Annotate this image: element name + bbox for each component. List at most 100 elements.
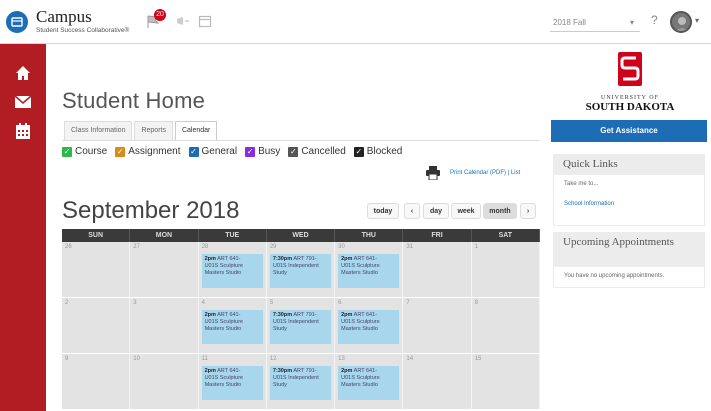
event-code: ART 641- xyxy=(217,312,241,318)
calendar-week: 2 3 4 2pm ART 641- U01S Sculpture Masters … xyxy=(62,298,540,354)
day-number: 2 xyxy=(65,300,69,306)
avatar[interactable] xyxy=(670,11,692,33)
school-information-link[interactable]: School Information xyxy=(564,201,694,207)
weekday-label: MON xyxy=(130,229,199,242)
calendar-day[interactable]: 26 xyxy=(62,242,131,297)
calendar-day[interactable]: 15 xyxy=(471,354,540,409)
event-code: ART 641- xyxy=(217,368,241,374)
calendar-day[interactable]: 2 xyxy=(62,298,131,353)
calendar-event[interactable]: 7:30pm ART 791- U01S Independent Study xyxy=(269,310,332,344)
calendar-day[interactable]: 7 xyxy=(403,298,472,353)
legend-label: General xyxy=(201,146,238,157)
campus-logo-icon[interactable] xyxy=(6,11,28,33)
avatar-caret-icon[interactable]: ▾ xyxy=(695,16,699,25)
calendar-day[interactable]: 3 xyxy=(130,298,199,353)
get-assistance-button[interactable]: Get Assistance xyxy=(551,120,707,142)
calendar-day[interactable]: 30 2pm ART 641- U01S Sculpture Masters Stu… xyxy=(335,242,404,297)
appointments-panel: You have no upcoming appointments. xyxy=(553,266,705,288)
help-icon[interactable]: ? xyxy=(651,13,658,27)
calendar-event[interactable]: 2pm ART 641- U01S Sculpture Masters Studio xyxy=(338,254,400,288)
calendar-day[interactable]: 13 2pm ART 641- U01S Sculpture Masters Stu… xyxy=(335,354,404,409)
checkbox-icon[interactable]: ✓ xyxy=(288,146,299,157)
calendar-day[interactable]: 31 xyxy=(403,242,472,297)
calendar-event[interactable]: 2pm ART 641- U01S Sculpture Masters Studio xyxy=(201,310,263,344)
next-button[interactable]: › xyxy=(520,203,536,219)
calendar-event[interactable]: 2pm ART 641- U01S Sculpture Masters Studio xyxy=(338,366,400,400)
event-time: 2pm xyxy=(204,368,216,374)
calendar-event[interactable]: 7:30pm ART 791- U01S Independent Study xyxy=(269,254,332,288)
event-code: ART 791- xyxy=(293,256,317,262)
checkbox-icon[interactable]: ✓ xyxy=(115,146,126,157)
event-title: U01S Sculpture xyxy=(204,263,244,269)
event-title: U01S Sculpture xyxy=(204,319,244,325)
legend-label: Course xyxy=(75,146,108,157)
calendar-event[interactable]: 2pm ART 641- U01S Sculpture Masters Studio xyxy=(338,310,400,344)
checkbox-icon[interactable]: ✓ xyxy=(245,146,256,157)
calendar-day[interactable]: 10 xyxy=(130,354,199,409)
legend-course[interactable]: ✓ Course xyxy=(62,146,107,157)
event-code: ART 791- xyxy=(293,312,317,318)
mail-icon[interactable] xyxy=(0,89,46,115)
legend-general[interactable]: ✓ General xyxy=(188,146,238,157)
event-title: U01S Sculpture xyxy=(204,375,244,381)
checkbox-icon[interactable]: ✓ xyxy=(353,146,364,157)
event-subtitle: Study xyxy=(272,326,287,332)
printer-icon[interactable] xyxy=(425,166,441,185)
day-number: 31 xyxy=(406,244,414,250)
legend-assignment[interactable]: ✓ Assignment xyxy=(115,146,181,157)
event-subtitle: Masters Studio xyxy=(204,326,242,332)
megaphone-icon[interactable] xyxy=(175,14,191,33)
notification-badge[interactable]: 20 xyxy=(154,9,166,21)
legend-busy[interactable]: ✓ Busy xyxy=(245,146,280,157)
day-number: 28 xyxy=(201,244,209,250)
day-view-button[interactable]: day xyxy=(423,203,449,219)
calendar-day[interactable]: 4 2pm ART 641- U01S Sculpture Masters Stud… xyxy=(198,298,267,353)
prev-button[interactable]: ‹ xyxy=(404,203,420,219)
calendar-icon[interactable] xyxy=(198,14,212,33)
calendar-event[interactable]: 2pm ART 641- U01S Sculpture Masters Studio xyxy=(201,254,263,288)
calendar-day[interactable]: 9 xyxy=(62,354,131,409)
calendar-nav-icon[interactable] xyxy=(0,118,46,144)
event-subtitle: Study xyxy=(272,382,287,388)
day-number: 26 xyxy=(65,244,72,250)
checkbox-icon[interactable]: ✓ xyxy=(62,146,72,157)
week-view-button[interactable]: week xyxy=(451,203,481,219)
calendar-day[interactable]: 6 2pm ART 641- U01S Sculpture Masters Stud… xyxy=(335,298,404,353)
tab-reports[interactable]: Reports xyxy=(134,121,173,141)
usd-logo-icon xyxy=(618,52,642,86)
day-number: 6 xyxy=(338,300,342,306)
print-calendar-link[interactable]: Print Calendar (PDF) | List xyxy=(450,170,520,176)
today-button[interactable]: today xyxy=(367,203,399,219)
calendar-day[interactable]: 1 xyxy=(471,242,540,297)
calendar-day[interactable]: 14 xyxy=(403,354,472,409)
calendar-day[interactable]: 8 xyxy=(471,298,540,353)
legend-cancelled[interactable]: ✓ Cancelled xyxy=(288,146,346,157)
event-code: ART 641- xyxy=(217,256,241,262)
month-view-button[interactable]: month xyxy=(483,203,517,219)
event-title: U01S Sculpture xyxy=(341,375,380,381)
calendar-day[interactable]: 29 7:30pm ART 791- U01S Independent Study xyxy=(266,242,336,297)
calendar-event[interactable]: 7:30pm ART 791- U01S Independent Study xyxy=(269,366,332,400)
event-time: 7:30pm xyxy=(272,312,293,318)
home-icon[interactable] xyxy=(0,60,46,86)
event-time: 2pm xyxy=(204,256,216,262)
calendar-day[interactable]: 5 7:30pm ART 791- U01S Independent Study xyxy=(266,298,336,353)
brand: Campus Student Success Collaborative® xyxy=(36,8,129,34)
calendar-day[interactable]: 28 2pm ART 641- U01S Sculpture Masters Stu… xyxy=(198,242,267,297)
weekday-label: TUE xyxy=(199,229,267,242)
tab-calendar[interactable]: Calendar xyxy=(174,121,218,141)
appointments-title: Upcoming Appointments xyxy=(553,232,705,266)
day-number: 11 xyxy=(201,356,208,362)
calendar-day[interactable]: 12 7:30pm ART 791- U01S Independent Study xyxy=(266,354,336,409)
legend-blocked[interactable]: ✓ Blocked xyxy=(353,146,402,157)
event-time: 2pm xyxy=(341,368,353,374)
tab-class-information[interactable]: Class Information xyxy=(64,121,133,141)
calendar-day[interactable]: 27 xyxy=(130,242,199,297)
checkbox-icon[interactable]: ✓ xyxy=(188,146,199,157)
calendar-event[interactable]: 2pm ART 641- U01S Sculpture Masters Studio xyxy=(201,366,263,400)
calendar-day[interactable]: 11 2pm ART 641- U01S Sculpture Masters Stu… xyxy=(198,354,267,409)
day-number: 8 xyxy=(474,300,479,306)
app-name: Campus xyxy=(36,7,92,26)
calendar-grid: SUN MON TUE WED THU FRI SAT 26 27 28 2pm… xyxy=(62,229,540,410)
term-select[interactable]: 2018 Fall ▾ xyxy=(550,14,640,32)
